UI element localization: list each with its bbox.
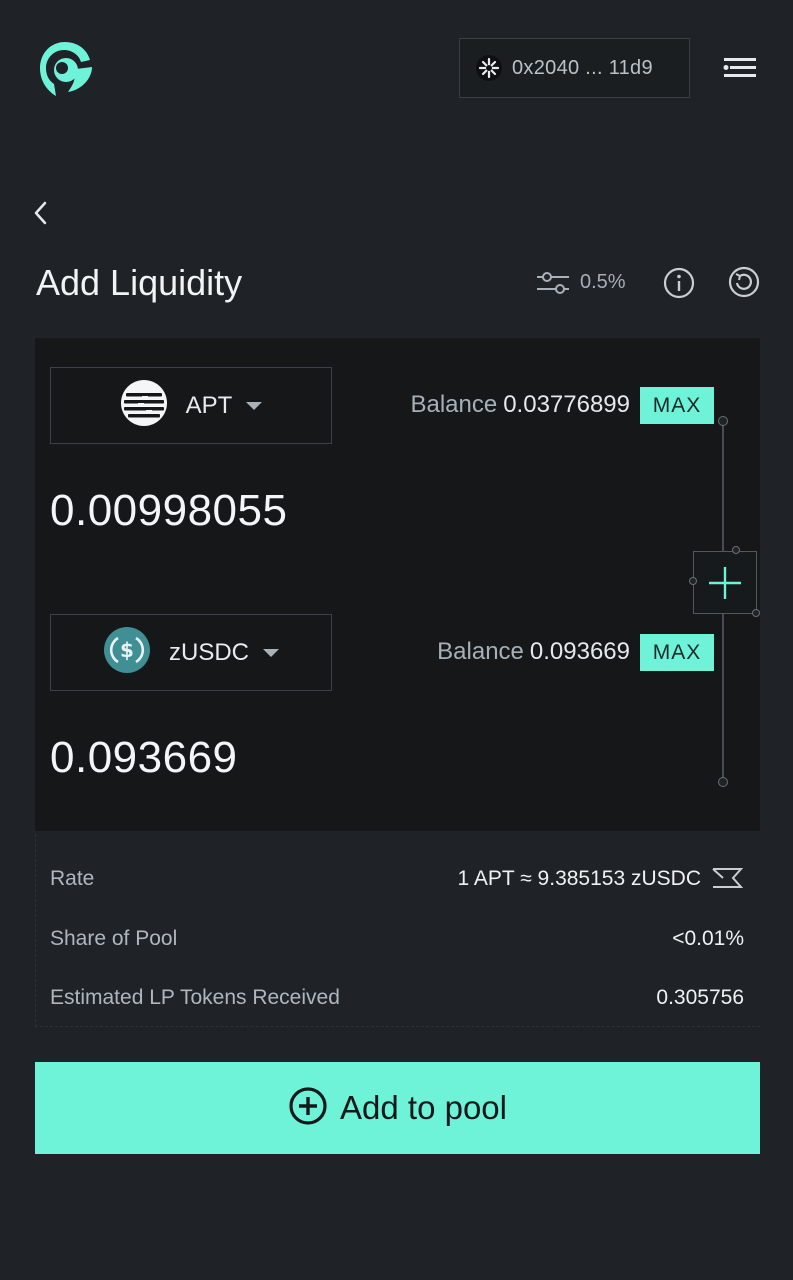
page-title: Add Liquidity [36, 262, 243, 303]
add-to-pool-button[interactable]: Add to pool [35, 1062, 760, 1154]
lp-label: Estimated LP Tokens Received [50, 986, 340, 1009]
token-b-balance-label: Balance [437, 638, 524, 665]
corner-dot [732, 546, 740, 554]
corner-dot [689, 577, 697, 585]
info-icon[interactable] [662, 266, 696, 300]
slippage-settings-icon[interactable] [535, 268, 571, 298]
token-a-balance: Balance 0.03776899 [410, 391, 630, 419]
token-a-balance-label: Balance [410, 391, 498, 418]
plus-icon [693, 551, 757, 614]
token-b-balance-value: 0.093669 [529, 638, 630, 665]
back-chevron-icon[interactable] [30, 198, 54, 228]
usdc-token-icon: $ [103, 626, 151, 679]
connector-dot [718, 777, 728, 787]
wallet-address-button[interactable]: 0x2040 ... 11d9 [459, 38, 690, 98]
wallet-address: 0x2040 ... 11d9 [512, 56, 653, 79]
slippage-value[interactable]: 0.5% [580, 271, 626, 294]
token-a-panel: APT Balance 0.03776899 MAX 0.00998055 [35, 338, 760, 585]
rate-label: Rate [50, 867, 95, 890]
token-a-selector[interactable]: APT [50, 367, 332, 444]
token-a-balance-value: 0.03776899 [503, 391, 630, 418]
add-to-pool-label: Add to pool [340, 1089, 507, 1126]
swap-rate-icon[interactable] [711, 866, 744, 890]
svg-text:$: $ [120, 638, 134, 662]
rate-value: 1 APT ≈ 9.385153 zUSDC [457, 867, 701, 890]
share-value: <0.01% [672, 927, 744, 950]
app-logo[interactable] [36, 38, 94, 100]
token-b-symbol: zUSDC [168, 638, 249, 666]
menu-icon[interactable] [722, 56, 758, 80]
wallet-snowflake-icon [476, 55, 502, 81]
lp-value: 0.305756 [656, 986, 744, 1009]
corner-dot [752, 609, 760, 617]
token-a-max-button[interactable]: MAX [640, 387, 714, 424]
add-circle-icon [288, 1086, 328, 1131]
connector-dot [718, 416, 728, 426]
token-b-max-button[interactable]: MAX [640, 634, 714, 671]
token-a-symbol: APT [185, 391, 233, 419]
caret-down-icon [246, 401, 263, 410]
token-b-selector[interactable]: $ zUSDC [50, 614, 332, 691]
token-b-panel: $ zUSDC Balance 0.093669 MAX 0.093669 [35, 585, 760, 831]
token-b-balance: Balance 0.093669 [437, 638, 630, 666]
caret-down-icon [263, 648, 279, 657]
apt-token-icon [120, 379, 168, 432]
refresh-icon[interactable] [727, 265, 761, 299]
token-b-amount-input[interactable]: 0.093669 [50, 733, 238, 783]
share-label: Share of Pool [50, 927, 178, 950]
token-a-amount-input[interactable]: 0.00998055 [50, 486, 287, 536]
